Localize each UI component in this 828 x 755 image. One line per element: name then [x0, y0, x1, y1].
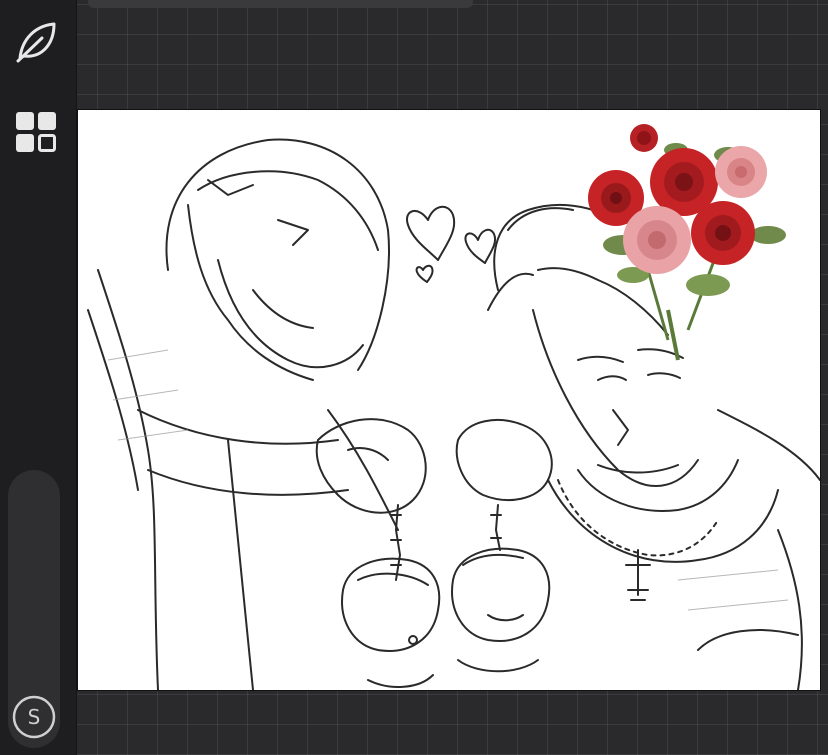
drawing-app: S: [0, 0, 828, 755]
gallery-button[interactable]: [12, 108, 60, 156]
left-sidebar: S: [0, 0, 77, 755]
gallery-grid-icon: [16, 112, 56, 152]
size-knob-label: S: [28, 705, 41, 729]
sketch-artwork: [87, 124, 820, 690]
size-knob[interactable]: S: [10, 693, 58, 741]
size-knob-icon: S: [12, 695, 56, 739]
top-toolbar-edge[interactable]: [88, 0, 473, 8]
rose-bouquet: [588, 124, 786, 361]
leaf-tool-button[interactable]: [12, 18, 60, 66]
drawing-canvas[interactable]: [78, 110, 820, 690]
leaf-icon: [16, 22, 56, 63]
